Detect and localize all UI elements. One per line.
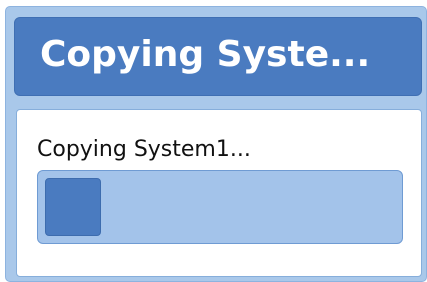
dialog-title-bar: Copying Syste...	[14, 17, 422, 96]
progress-bar	[37, 170, 403, 244]
dialog-title: Copying Syste...	[40, 34, 371, 75]
progress-fill	[45, 178, 101, 236]
status-text: Copying System1...	[37, 137, 251, 162]
dialog-content: Copying System1...	[16, 109, 422, 277]
